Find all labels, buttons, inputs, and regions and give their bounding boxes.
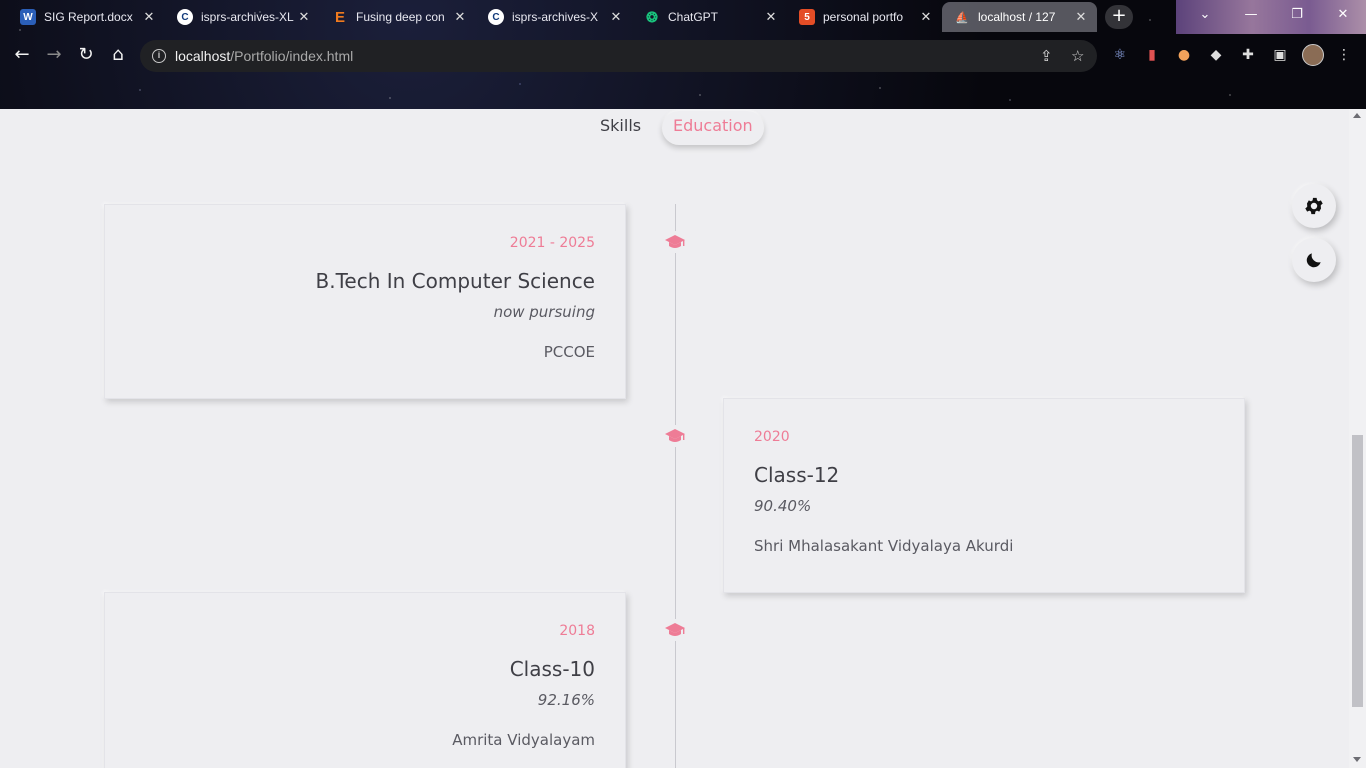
education-degree: B.Tech In Computer Science — [315, 269, 595, 293]
education-degree: Class-12 — [754, 463, 840, 487]
url-host: localhost — [175, 48, 231, 64]
education-year: 2020 — [754, 429, 790, 445]
scrollbar-thumb[interactable] — [1352, 435, 1363, 707]
tab-title: SIG Report.docx — [44, 10, 133, 24]
tab-strip: W SIG Report.docx ✕ C isprs-archives-XL … — [0, 0, 1366, 34]
chatgpt-icon: ❂ — [646, 8, 658, 25]
close-window-icon[interactable]: ✕ — [1320, 0, 1366, 30]
browser-tab[interactable]: C isprs-archives-X ✕ — [476, 2, 632, 32]
site-info-icon[interactable]: i — [152, 49, 166, 63]
tab-title: isprs-archives-XL — [201, 10, 294, 24]
browser-menu-icon[interactable]: ⋮ — [1335, 46, 1353, 64]
settings-button[interactable] — [1292, 184, 1336, 228]
tab-title: Fusing deep con — [356, 10, 445, 24]
word-icon: W — [20, 9, 36, 25]
education-card: 2021 - 2025 B.Tech In Computer Science n… — [104, 204, 626, 399]
close-tab-icon[interactable]: ✕ — [141, 9, 157, 25]
home-icon[interactable]: ⌂ — [105, 42, 131, 68]
address-bar[interactable]: i localhost/Portfolio/index.html ⇪ ☆ — [140, 40, 1097, 72]
extension-icon[interactable]: ● — [1175, 46, 1193, 64]
phpmyadmin-icon: ⛵ — [955, 11, 969, 24]
scroll-down-icon[interactable] — [1353, 757, 1361, 762]
react-devtools-icon[interactable]: ⚛ — [1111, 46, 1129, 64]
tab-title: ChatGPT — [668, 10, 719, 24]
copernicus-icon: C — [177, 9, 193, 25]
education-score: 92.16% — [537, 691, 595, 709]
new-tab-button[interactable]: + — [1105, 5, 1133, 29]
copernicus-icon: C — [488, 9, 504, 25]
close-tab-icon[interactable]: ✕ — [918, 9, 934, 25]
timeline-line — [675, 204, 676, 768]
education-card: 2018 Class-10 92.16% Amrita Vidyalayam — [104, 592, 626, 768]
close-tab-icon[interactable]: ✕ — [1073, 9, 1089, 25]
puzzle-extensions-icon[interactable]: ✚ — [1239, 46, 1257, 64]
qualification-tabs: Skills Education — [0, 109, 1366, 149]
tab-title: personal portfo — [823, 10, 904, 24]
education-year: 2018 — [559, 623, 595, 639]
close-tab-icon[interactable]: ✕ — [452, 9, 468, 25]
education-year: 2021 - 2025 — [509, 235, 595, 251]
portfolio-page: Skills Education 2021 - 2025 B.Tech In C… — [0, 109, 1366, 768]
tab-skills[interactable]: Skills — [600, 111, 641, 145]
profile-avatar[interactable] — [1302, 44, 1324, 66]
education-score: 90.40% — [754, 497, 812, 515]
education-school: Shri Mhalasakant Vidyalaya Akurdi — [754, 537, 1014, 555]
reload-icon[interactable]: ↻ — [73, 42, 99, 68]
extension-icon[interactable]: ◆ — [1207, 46, 1225, 64]
dark-mode-toggle[interactable] — [1292, 238, 1336, 282]
elsevier-icon: E — [334, 8, 345, 26]
graduation-cap-icon — [661, 425, 689, 447]
browser-toolbar: ← → ↻ ⌂ i localhost/Portfolio/index.html… — [0, 38, 1366, 72]
side-panel-icon[interactable]: ▣ — [1271, 46, 1289, 64]
tab-title: isprs-archives-X — [512, 10, 599, 24]
tab-education[interactable]: Education — [662, 111, 764, 145]
url-path: /Portfolio/index.html — [230, 48, 354, 64]
moon-icon — [1306, 253, 1321, 268]
browser-tab-active[interactable]: ⛵ localhost / 127 ✕ — [942, 2, 1097, 32]
restore-icon[interactable]: ❐ — [1274, 0, 1320, 30]
graduation-cap-icon — [661, 231, 689, 253]
share-icon[interactable]: ⇪ — [1040, 47, 1053, 65]
tab-title: localhost / 127 — [978, 10, 1056, 24]
education-card: 2020 Class-12 90.40% Shri Mhalasakant Vi… — [723, 398, 1245, 593]
browser-tab[interactable]: C isprs-archives-XL ✕ — [165, 2, 320, 32]
close-tab-icon[interactable]: ✕ — [608, 9, 624, 25]
page-scrollbar[interactable] — [1349, 109, 1366, 768]
gear-icon — [1305, 197, 1323, 215]
forward-arrow-icon[interactable]: → — [41, 42, 67, 68]
browser-tab[interactable]: E Fusing deep con ✕ — [320, 2, 476, 32]
education-status: now pursuing — [493, 303, 595, 321]
education-school: PCCOE — [543, 343, 595, 361]
graduation-cap-icon — [661, 619, 689, 641]
close-tab-icon[interactable]: ✕ — [296, 9, 312, 25]
bookmark-extension-icon[interactable]: ▮ — [1143, 46, 1161, 64]
browser-tab[interactable]: 5 personal portfo ✕ — [787, 2, 942, 32]
html5-icon: 5 — [799, 9, 815, 25]
close-tab-icon[interactable]: ✕ — [763, 9, 779, 25]
scroll-up-icon[interactable] — [1353, 113, 1361, 118]
browser-tab[interactable]: W SIG Report.docx ✕ — [8, 2, 165, 32]
browser-tab[interactable]: ❂ ChatGPT ✕ — [632, 2, 787, 32]
education-school: Amrita Vidyalayam — [452, 731, 595, 749]
minimize-icon[interactable]: — — [1228, 0, 1274, 30]
bookmark-star-icon[interactable]: ☆ — [1071, 47, 1084, 65]
browser-chrome: W SIG Report.docx ✕ C isprs-archives-XL … — [0, 0, 1366, 109]
education-degree: Class-10 — [509, 657, 595, 681]
back-arrow-icon[interactable]: ← — [9, 42, 35, 68]
tab-search-icon[interactable]: ⌄ — [1182, 0, 1228, 30]
